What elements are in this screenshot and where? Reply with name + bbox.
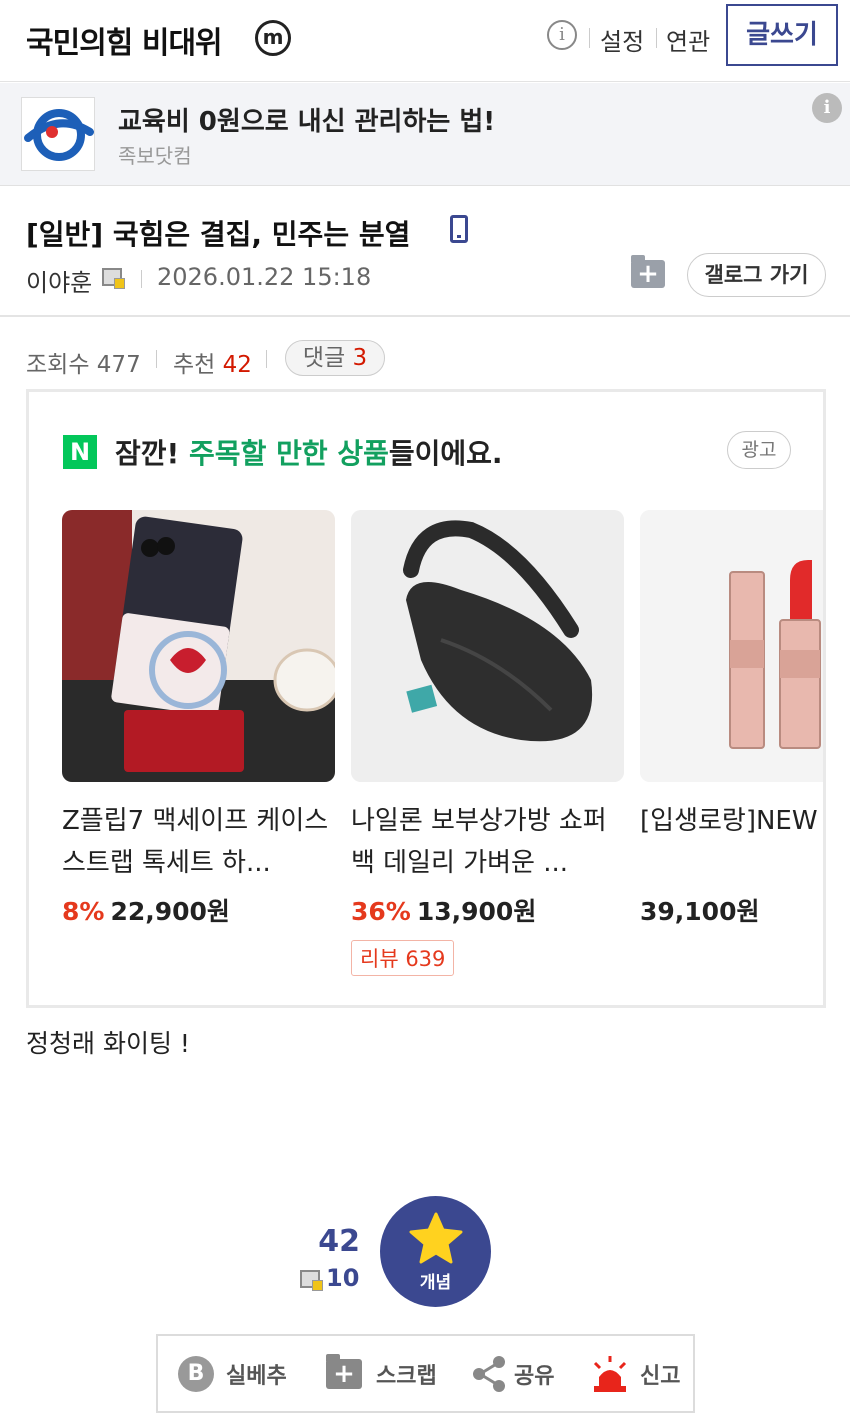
share-button[interactable]: 공유 [472,1336,554,1411]
meta-separator [141,270,142,288]
write-button[interactable]: 글쓰기 [726,4,838,66]
scrap-icon: + [326,1353,362,1389]
recommend-label: 개념 [419,1273,452,1293]
post-body: 정청래 화이팅 ! [26,1029,190,1058]
best-icon: B [178,1355,214,1392]
ad-source: 족보닷컴 [118,144,192,168]
product-name[interactable]: Z플립7 맥세이프 케이스 스트랩 톡세트 하... [62,800,335,884]
siren-icon [593,1355,627,1392]
ad-title[interactable]: 교육비 0원으로 내신 관리하는 법! [118,101,495,138]
product-price: 8% 22,900원 [62,897,230,926]
header-separator [656,28,657,48]
ad-label[interactable]: 광고 [727,431,791,469]
product-image[interactable] [351,510,624,782]
post-action-toolbar: B 실베추 + 스크랩 공유 신고 [156,1334,695,1413]
folder-add-icon[interactable]: + [631,255,665,288]
minor-gallery-icon: m [255,20,291,56]
recommend-button[interactable]: 개념 [380,1196,491,1307]
star-icon [409,1212,463,1264]
post-title: [일반] 국힘은 결집, 민주는 분열 [26,218,411,251]
share-icon [473,1355,505,1392]
ad-banner[interactable]: 교육비 0원으로 내신 관리하는 법! 족보닷컴 i [0,83,850,186]
divider [0,315,850,317]
product-image[interactable] [62,510,335,782]
related-link[interactable]: 연관 [666,22,710,57]
gallery-header: 국민의힘 비대위 m i 설정 연관 글쓰기 [0,0,850,82]
product-card[interactable]: Z플립7 맥세이프 케이스 스트랩 톡세트 하... 8% 22,900원 [62,510,335,928]
recommend-total: 42 [318,1224,360,1259]
info-icon[interactable]: i [547,20,577,50]
fixed-nick-icon [300,1270,323,1291]
settings-link[interactable]: 설정 [600,22,644,57]
product-price: 36% 13,900원 [351,897,537,926]
product-name[interactable]: 나일론 보부상가방 쇼퍼백 데일리 가벼운 ... [351,800,624,884]
comment-count-button[interactable]: 댓글 3 [285,340,385,376]
gallery-title[interactable]: 국민의힘 비대위 [26,18,223,62]
product-image[interactable] [640,510,823,782]
fixed-nick-recommend: 10 [300,1264,359,1292]
report-button[interactable]: 신고 [590,1336,680,1411]
post-date: 2026.01.22 15:18 [157,263,372,291]
scrap-button[interactable]: + 스크랩 [326,1336,437,1411]
product-card[interactable]: 나일론 보부상가방 쇼퍼백 데일리 가벼운 ... 36% 13,900원 리뷰 … [351,510,624,976]
header-separator [589,28,590,48]
gallog-button[interactable]: 갤로그 가기 [687,253,826,297]
shopping-heading: 잠깐! 주목할 만한 상품들이에요. [115,437,503,470]
best-recommend-button[interactable]: B 실베추 [178,1336,287,1411]
stat-separator [156,350,157,368]
product-card[interactable]: [입생로랑]NEW 글로우 39,100원 [640,510,823,928]
fixed-nick-icon [102,268,125,289]
ad-info-icon[interactable]: i [812,93,842,123]
shopping-ad: N 잠깐! 주목할 만한 상품들이에요. 광고 Z플립7 맥세이프 케이스 스트… [26,389,826,1008]
recommend-count: 추천 42 [173,352,252,378]
post-author[interactable]: 이야훈 [26,263,92,298]
stat-separator [266,350,267,368]
product-name[interactable]: [입생로랑]NEW 글로우 [640,800,823,884]
mobile-icon [450,215,468,243]
advertiser-logo [21,97,95,171]
naver-logo-icon: N [63,435,97,469]
view-count: 조회수 477 [26,352,141,378]
product-price: 39,100원 [640,897,760,926]
review-badge: 리뷰 639 [351,940,455,976]
